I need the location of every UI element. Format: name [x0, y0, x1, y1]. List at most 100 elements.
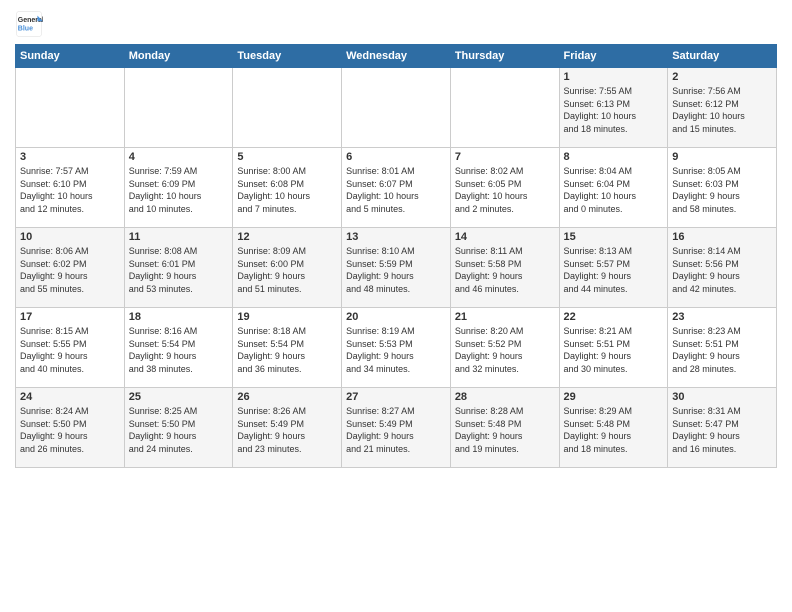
cell-content: Sunrise: 8:09 AM Sunset: 6:00 PM Dayligh… [237, 245, 337, 295]
day-number: 14 [455, 231, 555, 243]
day-number: 24 [20, 391, 120, 403]
calendar-cell [342, 68, 451, 148]
day-number: 13 [346, 231, 446, 243]
calendar-cell: 19 Sunrise: 8:18 AM Sunset: 5:54 PM Dayli… [233, 308, 342, 388]
weekday-header: Wednesday [342, 45, 451, 68]
day-number: 27 [346, 391, 446, 403]
day-number: 6 [346, 151, 446, 163]
calendar-week-row: 17 Sunrise: 8:15 AM Sunset: 5:55 PM Dayli… [16, 308, 777, 388]
day-number: 12 [237, 231, 337, 243]
cell-content: Sunrise: 8:25 AM Sunset: 5:50 PM Dayligh… [129, 405, 229, 455]
calendar-cell [450, 68, 559, 148]
calendar-cell [16, 68, 125, 148]
logo-icon: General Blue [15, 10, 43, 38]
calendar-cell [124, 68, 233, 148]
cell-content: Sunrise: 7:57 AM Sunset: 6:10 PM Dayligh… [20, 165, 120, 215]
weekday-header: Sunday [16, 45, 125, 68]
calendar-cell: 16 Sunrise: 8:14 AM Sunset: 5:56 PM Dayli… [668, 228, 777, 308]
weekday-header: Monday [124, 45, 233, 68]
svg-text:Blue: Blue [18, 25, 33, 32]
calendar-cell: 20 Sunrise: 8:19 AM Sunset: 5:53 PM Dayli… [342, 308, 451, 388]
cell-content: Sunrise: 8:18 AM Sunset: 5:54 PM Dayligh… [237, 325, 337, 375]
calendar-cell: 21 Sunrise: 8:20 AM Sunset: 5:52 PM Dayli… [450, 308, 559, 388]
calendar-cell: 17 Sunrise: 8:15 AM Sunset: 5:55 PM Dayli… [16, 308, 125, 388]
cell-content: Sunrise: 7:56 AM Sunset: 6:12 PM Dayligh… [672, 85, 772, 135]
cell-content: Sunrise: 7:55 AM Sunset: 6:13 PM Dayligh… [564, 85, 664, 135]
calendar-cell: 6Sunrise: 8:01 AM Sunset: 6:07 PM Daylig… [342, 148, 451, 228]
calendar-cell: 10 Sunrise: 8:06 AM Sunset: 6:02 PM Dayli… [16, 228, 125, 308]
cell-content: Sunrise: 7:59 AM Sunset: 6:09 PM Dayligh… [129, 165, 229, 215]
cell-content: Sunrise: 8:20 AM Sunset: 5:52 PM Dayligh… [455, 325, 555, 375]
day-number: 29 [564, 391, 664, 403]
day-number: 20 [346, 311, 446, 323]
day-number: 9 [672, 151, 772, 163]
day-number: 26 [237, 391, 337, 403]
day-number: 8 [564, 151, 664, 163]
logo: General Blue [15, 10, 43, 38]
cell-content: Sunrise: 8:26 AM Sunset: 5:49 PM Dayligh… [237, 405, 337, 455]
weekday-header: Friday [559, 45, 668, 68]
calendar-cell: 30 Sunrise: 8:31 AM Sunset: 5:47 PM Dayli… [668, 388, 777, 468]
weekday-header-row: SundayMondayTuesdayWednesdayThursdayFrid… [16, 45, 777, 68]
weekday-header: Tuesday [233, 45, 342, 68]
day-number: 11 [129, 231, 229, 243]
day-number: 21 [455, 311, 555, 323]
cell-content: Sunrise: 8:14 AM Sunset: 5:56 PM Dayligh… [672, 245, 772, 295]
cell-content: Sunrise: 8:21 AM Sunset: 5:51 PM Dayligh… [564, 325, 664, 375]
cell-content: Sunrise: 8:08 AM Sunset: 6:01 PM Dayligh… [129, 245, 229, 295]
cell-content: Sunrise: 8:15 AM Sunset: 5:55 PM Dayligh… [20, 325, 120, 375]
calendar-week-row: 1Sunrise: 7:55 AM Sunset: 6:13 PM Daylig… [16, 68, 777, 148]
day-number: 30 [672, 391, 772, 403]
calendar-cell: 5Sunrise: 8:00 AM Sunset: 6:08 PM Daylig… [233, 148, 342, 228]
cell-content: Sunrise: 8:16 AM Sunset: 5:54 PM Dayligh… [129, 325, 229, 375]
calendar-cell: 28 Sunrise: 8:28 AM Sunset: 5:48 PM Dayli… [450, 388, 559, 468]
day-number: 15 [564, 231, 664, 243]
cell-content: Sunrise: 8:11 AM Sunset: 5:58 PM Dayligh… [455, 245, 555, 295]
cell-content: Sunrise: 8:04 AM Sunset: 6:04 PM Dayligh… [564, 165, 664, 215]
calendar-cell: 14 Sunrise: 8:11 AM Sunset: 5:58 PM Dayli… [450, 228, 559, 308]
cell-content: Sunrise: 8:27 AM Sunset: 5:49 PM Dayligh… [346, 405, 446, 455]
day-number: 2 [672, 71, 772, 83]
calendar-cell: 13 Sunrise: 8:10 AM Sunset: 5:59 PM Dayli… [342, 228, 451, 308]
day-number: 22 [564, 311, 664, 323]
cell-content: Sunrise: 8:29 AM Sunset: 5:48 PM Dayligh… [564, 405, 664, 455]
calendar-cell: 25 Sunrise: 8:25 AM Sunset: 5:50 PM Dayli… [124, 388, 233, 468]
day-number: 4 [129, 151, 229, 163]
day-number: 5 [237, 151, 337, 163]
page: General Blue SundayMondayTuesdayWednesda… [0, 0, 792, 478]
calendar-cell: 18 Sunrise: 8:16 AM Sunset: 5:54 PM Dayli… [124, 308, 233, 388]
cell-content: Sunrise: 8:13 AM Sunset: 5:57 PM Dayligh… [564, 245, 664, 295]
day-number: 19 [237, 311, 337, 323]
calendar-cell: 29 Sunrise: 8:29 AM Sunset: 5:48 PM Dayli… [559, 388, 668, 468]
day-number: 16 [672, 231, 772, 243]
calendar-cell: 12 Sunrise: 8:09 AM Sunset: 6:00 PM Dayli… [233, 228, 342, 308]
cell-content: Sunrise: 8:23 AM Sunset: 5:51 PM Dayligh… [672, 325, 772, 375]
cell-content: Sunrise: 8:28 AM Sunset: 5:48 PM Dayligh… [455, 405, 555, 455]
weekday-header: Saturday [668, 45, 777, 68]
calendar-cell: 15 Sunrise: 8:13 AM Sunset: 5:57 PM Dayli… [559, 228, 668, 308]
calendar-cell: 8 Sunrise: 8:04 AM Sunset: 6:04 PM Daylig… [559, 148, 668, 228]
day-number: 17 [20, 311, 120, 323]
calendar-cell [233, 68, 342, 148]
calendar-cell: 22 Sunrise: 8:21 AM Sunset: 5:51 PM Dayli… [559, 308, 668, 388]
cell-content: Sunrise: 8:19 AM Sunset: 5:53 PM Dayligh… [346, 325, 446, 375]
day-number: 23 [672, 311, 772, 323]
cell-content: Sunrise: 8:10 AM Sunset: 5:59 PM Dayligh… [346, 245, 446, 295]
day-number: 10 [20, 231, 120, 243]
day-number: 25 [129, 391, 229, 403]
calendar-week-row: 3 Sunrise: 7:57 AM Sunset: 6:10 PM Daylig… [16, 148, 777, 228]
cell-content: Sunrise: 8:05 AM Sunset: 6:03 PM Dayligh… [672, 165, 772, 215]
calendar-cell: 7Sunrise: 8:02 AM Sunset: 6:05 PM Daylig… [450, 148, 559, 228]
header: General Blue [15, 10, 777, 38]
calendar-week-row: 10 Sunrise: 8:06 AM Sunset: 6:02 PM Dayli… [16, 228, 777, 308]
cell-content: Sunrise: 8:06 AM Sunset: 6:02 PM Dayligh… [20, 245, 120, 295]
day-number: 28 [455, 391, 555, 403]
calendar-cell: 9 Sunrise: 8:05 AM Sunset: 6:03 PM Daylig… [668, 148, 777, 228]
cell-content: Sunrise: 8:02 AM Sunset: 6:05 PM Dayligh… [455, 165, 555, 215]
calendar-cell: 2 Sunrise: 7:56 AM Sunset: 6:12 PM Daylig… [668, 68, 777, 148]
weekday-header: Thursday [450, 45, 559, 68]
cell-content: Sunrise: 8:31 AM Sunset: 5:47 PM Dayligh… [672, 405, 772, 455]
day-number: 3 [20, 151, 120, 163]
calendar-cell: 24Sunrise: 8:24 AM Sunset: 5:50 PM Dayli… [16, 388, 125, 468]
day-number: 18 [129, 311, 229, 323]
